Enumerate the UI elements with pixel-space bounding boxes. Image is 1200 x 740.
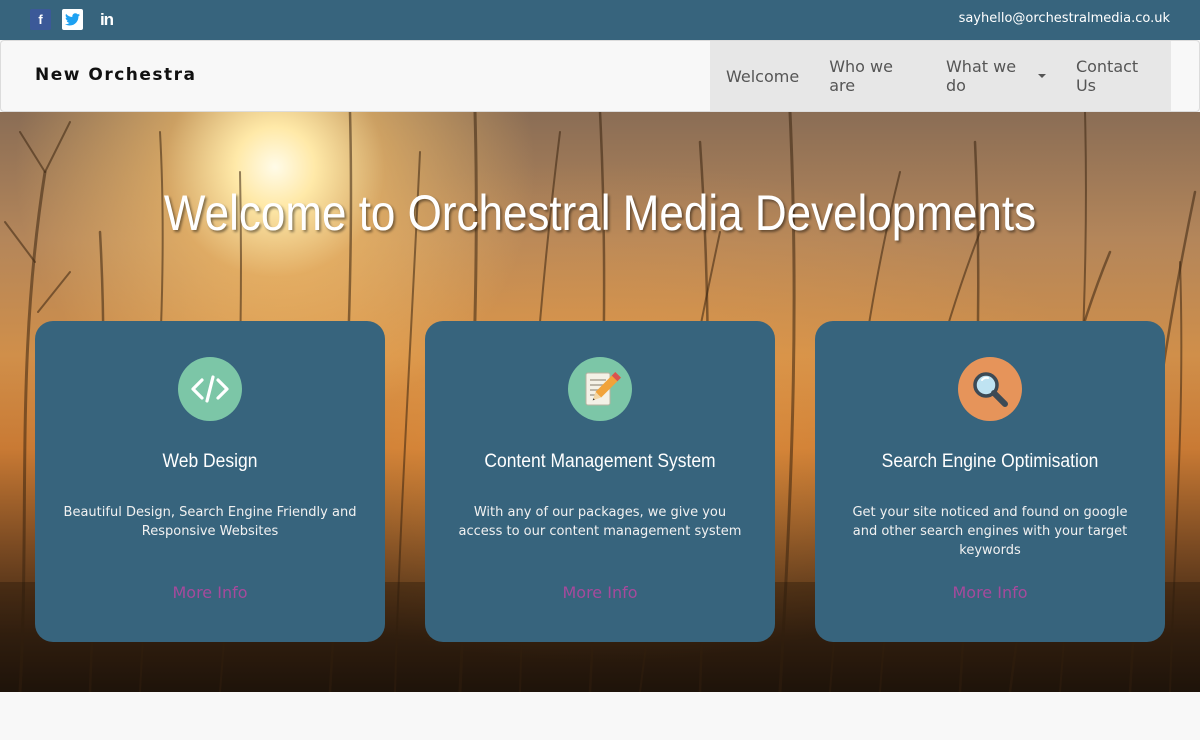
nav-item-welcome[interactable]: Welcome xyxy=(710,41,814,111)
nav-item-contact-us[interactable]: Contact Us xyxy=(1061,41,1171,111)
twitter-icon[interactable] xyxy=(62,9,83,30)
nav-menu: Welcome Who we are What we do Contact Us xyxy=(710,41,1171,111)
card-title: Web Design xyxy=(162,451,258,472)
service-card-web-design: Web Design Beautiful Design, Search Engi… xyxy=(35,321,385,642)
hero-title: Welcome to Orchestral Media Developments xyxy=(163,185,1037,241)
linkedin-glyph: in xyxy=(99,9,114,29)
card-title: Content Management System xyxy=(484,451,716,472)
nav-item-what-we-do[interactable]: What we do xyxy=(931,41,1061,111)
card-description: Beautiful Design, Search Engine Friendly… xyxy=(63,505,357,539)
service-card-seo: Search Engine Optimisation Get your site… xyxy=(815,321,1165,642)
contact-email-link[interactable]: sayhello@orchestralmedia.co.uk xyxy=(959,11,1170,26)
nav-item-what-we-do-label: What we do xyxy=(945,57,1017,95)
linkedin-icon[interactable]: in xyxy=(96,9,117,30)
card-description: Get your site noticed and found on googl… xyxy=(852,505,1128,558)
code-icon xyxy=(178,357,242,421)
facebook-glyph: f xyxy=(38,12,43,27)
service-card-cms: Content Management System With any of ou… xyxy=(425,321,775,642)
more-info-link[interactable]: More Info xyxy=(35,583,385,602)
facebook-icon[interactable]: f xyxy=(30,9,51,30)
card-description: With any of our packages, we give you ac… xyxy=(458,505,742,539)
magnifier-icon xyxy=(958,357,1022,421)
nav-item-who-we-are[interactable]: Who we are xyxy=(814,41,931,111)
main-navbar: New Orchestra Welcome Who we are What we… xyxy=(0,40,1200,112)
brand-logo[interactable]: New Orchestra xyxy=(35,65,197,85)
pencil-document-icon xyxy=(568,357,632,421)
more-info-link[interactable]: More Info xyxy=(425,583,775,602)
page-bottom-strip xyxy=(0,692,1200,740)
caret-down-icon xyxy=(1037,74,1046,78)
card-title: Search Engine Optimisation xyxy=(881,451,1099,472)
top-bar: f in sayhello@orchestralmedia.co.uk xyxy=(0,0,1200,40)
hero-section: Welcome to Orchestral Media Developments… xyxy=(0,112,1200,692)
more-info-link[interactable]: More Info xyxy=(815,583,1165,602)
